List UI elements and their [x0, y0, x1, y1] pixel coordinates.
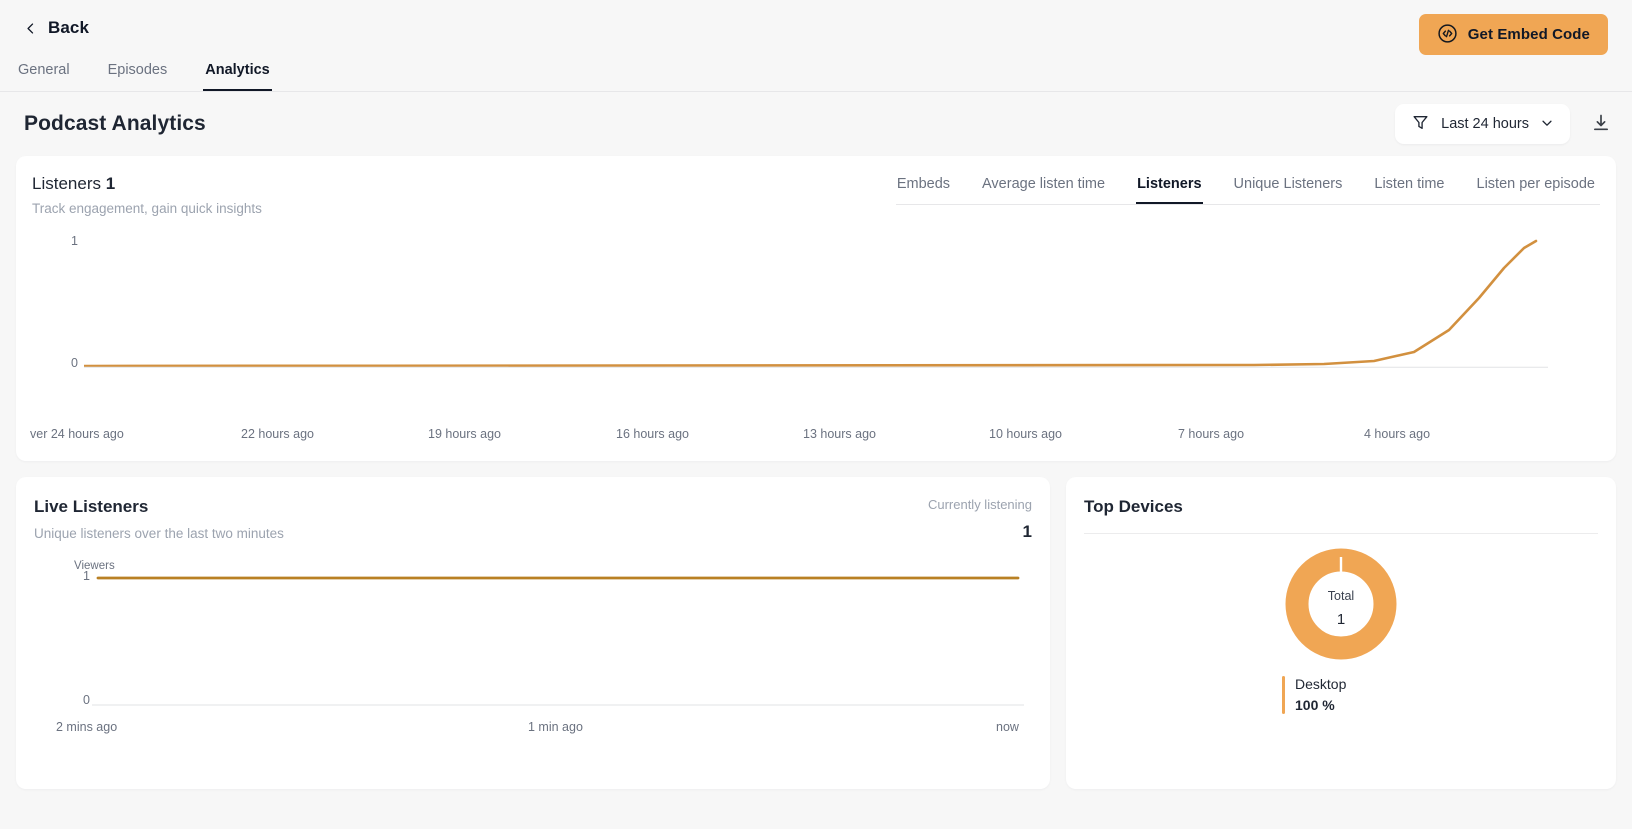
listeners-x-axis: ver 24 hours ago 22 hours ago 19 hours a…	[30, 427, 1600, 449]
live-listeners-chart-svg	[92, 576, 1024, 706]
legend-item: Desktop 100 %	[1295, 676, 1346, 713]
chevron-down-icon	[1540, 116, 1554, 133]
main-tabs: General Episodes Analytics	[0, 56, 1632, 92]
live-listeners-card: Live Listeners Unique listeners over the…	[16, 477, 1050, 789]
top-bar: Back Get Embed Code	[0, 0, 1632, 56]
legend-device-name: Desktop	[1295, 676, 1347, 692]
get-embed-code-button[interactable]: Get Embed Code	[1418, 14, 1608, 55]
donut-center-label: Total	[1328, 589, 1354, 603]
analytics-content: Listeners 1 Track engagement, gain quick…	[0, 156, 1632, 789]
x-axis-tick: 10 hours ago	[989, 427, 1062, 441]
listeners-chart-title-text: Listeners	[32, 174, 101, 193]
live-y-axis-tick-bottom: 0	[83, 693, 90, 707]
download-icon	[1591, 113, 1611, 136]
x-axis-tick: 19 hours ago	[428, 427, 501, 441]
listeners-chart-title: Listeners 1	[32, 174, 262, 194]
x-axis-tick: 16 hours ago	[616, 427, 689, 441]
back-label: Back	[48, 18, 90, 37]
live-listeners-header: Live Listeners Unique listeners over the…	[34, 497, 1032, 542]
page-header: Podcast Analytics Last 24 hours	[0, 92, 1632, 156]
chevron-left-icon	[24, 22, 37, 35]
listeners-chart-titleblock: Listeners 1 Track engagement, gain quick…	[32, 174, 262, 216]
back-button[interactable]: Back	[24, 16, 89, 40]
live-listeners-subtitle: Unique listeners over the last two minut…	[34, 526, 284, 541]
listeners-chart-card: Listeners 1 Track engagement, gain quick…	[16, 156, 1616, 461]
legend-color-swatch	[1282, 676, 1285, 714]
live-listeners-title: Live Listeners	[34, 497, 149, 516]
page-title: Podcast Analytics	[24, 112, 206, 135]
metric-tab-unique-listeners[interactable]: Unique Listeners	[1233, 174, 1344, 204]
metric-tabs: Embeds Average listen time Listeners Uni…	[895, 174, 1600, 205]
metric-tab-listeners[interactable]: Listeners	[1136, 174, 1204, 204]
metric-tab-embeds[interactable]: Embeds	[896, 174, 951, 204]
donut-center-value: 1	[1337, 611, 1345, 628]
page-header-actions: Last 24 hours	[1395, 104, 1614, 144]
bottom-cards-row: Live Listeners Unique listeners over the…	[16, 477, 1616, 789]
date-range-label: Last 24 hours	[1441, 116, 1529, 132]
currently-listening-label: Currently listening	[927, 497, 1032, 512]
live-series-label: Viewers	[74, 560, 115, 572]
legend-device-percent: 100 %	[1295, 697, 1335, 713]
metric-tab-listen-time[interactable]: Listen time	[1373, 174, 1445, 204]
x-axis-tick: 4 hours ago	[1364, 427, 1431, 441]
live-x-axis-tick: 2 mins ago	[56, 720, 118, 734]
top-devices-legend: Desktop 100 %	[1084, 676, 1598, 714]
date-range-select[interactable]: Last 24 hours	[1395, 104, 1570, 144]
currently-listening-value: 1	[1022, 522, 1032, 541]
donut-chart-svg: Total 1	[1285, 548, 1397, 660]
tab-general[interactable]: General	[16, 56, 72, 91]
tab-analytics[interactable]: Analytics	[203, 56, 273, 91]
x-axis-tick: 22 hours ago	[241, 427, 314, 441]
x-axis-tick: 7 hours ago	[1178, 427, 1245, 441]
tab-episodes[interactable]: Episodes	[106, 56, 170, 91]
listeners-chart-header: Listeners 1 Track engagement, gain quick…	[32, 174, 1600, 216]
code-icon	[1437, 23, 1458, 47]
listeners-chart-subtitle: Track engagement, gain quick insights	[32, 201, 262, 216]
listeners-line-chart: 1 0	[32, 234, 1600, 423]
live-x-axis-tick: 1 min ago	[528, 720, 583, 734]
get-embed-code-label: Get Embed Code	[1467, 26, 1590, 43]
x-axis-tick: 13 hours ago	[803, 427, 876, 441]
listeners-chart-title-value: 1	[105, 174, 116, 193]
live-listeners-titleblock: Live Listeners Unique listeners over the…	[34, 497, 284, 541]
listeners-chart-svg	[84, 239, 1548, 368]
live-x-axis-tick: now	[996, 720, 1019, 734]
y-axis-tick-bottom: 0	[71, 356, 78, 370]
x-axis-tick: ver 24 hours ago	[30, 427, 124, 441]
metric-tab-average-listen-time[interactable]: Average listen time	[981, 174, 1106, 204]
live-listeners-line-chart: 1 0	[34, 569, 1032, 714]
top-devices-card: Top Devices Total 1 Desktop 100 %	[1066, 477, 1616, 789]
metric-tab-listen-per-episode[interactable]: Listen per episode	[1476, 174, 1597, 204]
top-devices-divider	[1084, 533, 1598, 534]
live-y-axis-tick-top: 1	[83, 569, 90, 583]
y-axis-tick-top: 1	[71, 234, 78, 248]
live-listeners-x-axis: 2 mins ago 1 min ago now	[34, 720, 1032, 740]
download-button[interactable]	[1588, 111, 1614, 137]
top-devices-donut: Total 1	[1084, 548, 1598, 660]
top-devices-title: Top Devices	[1084, 497, 1183, 516]
currently-listening-stat: Currently listening 1	[928, 497, 1032, 542]
filter-icon	[1411, 113, 1430, 135]
